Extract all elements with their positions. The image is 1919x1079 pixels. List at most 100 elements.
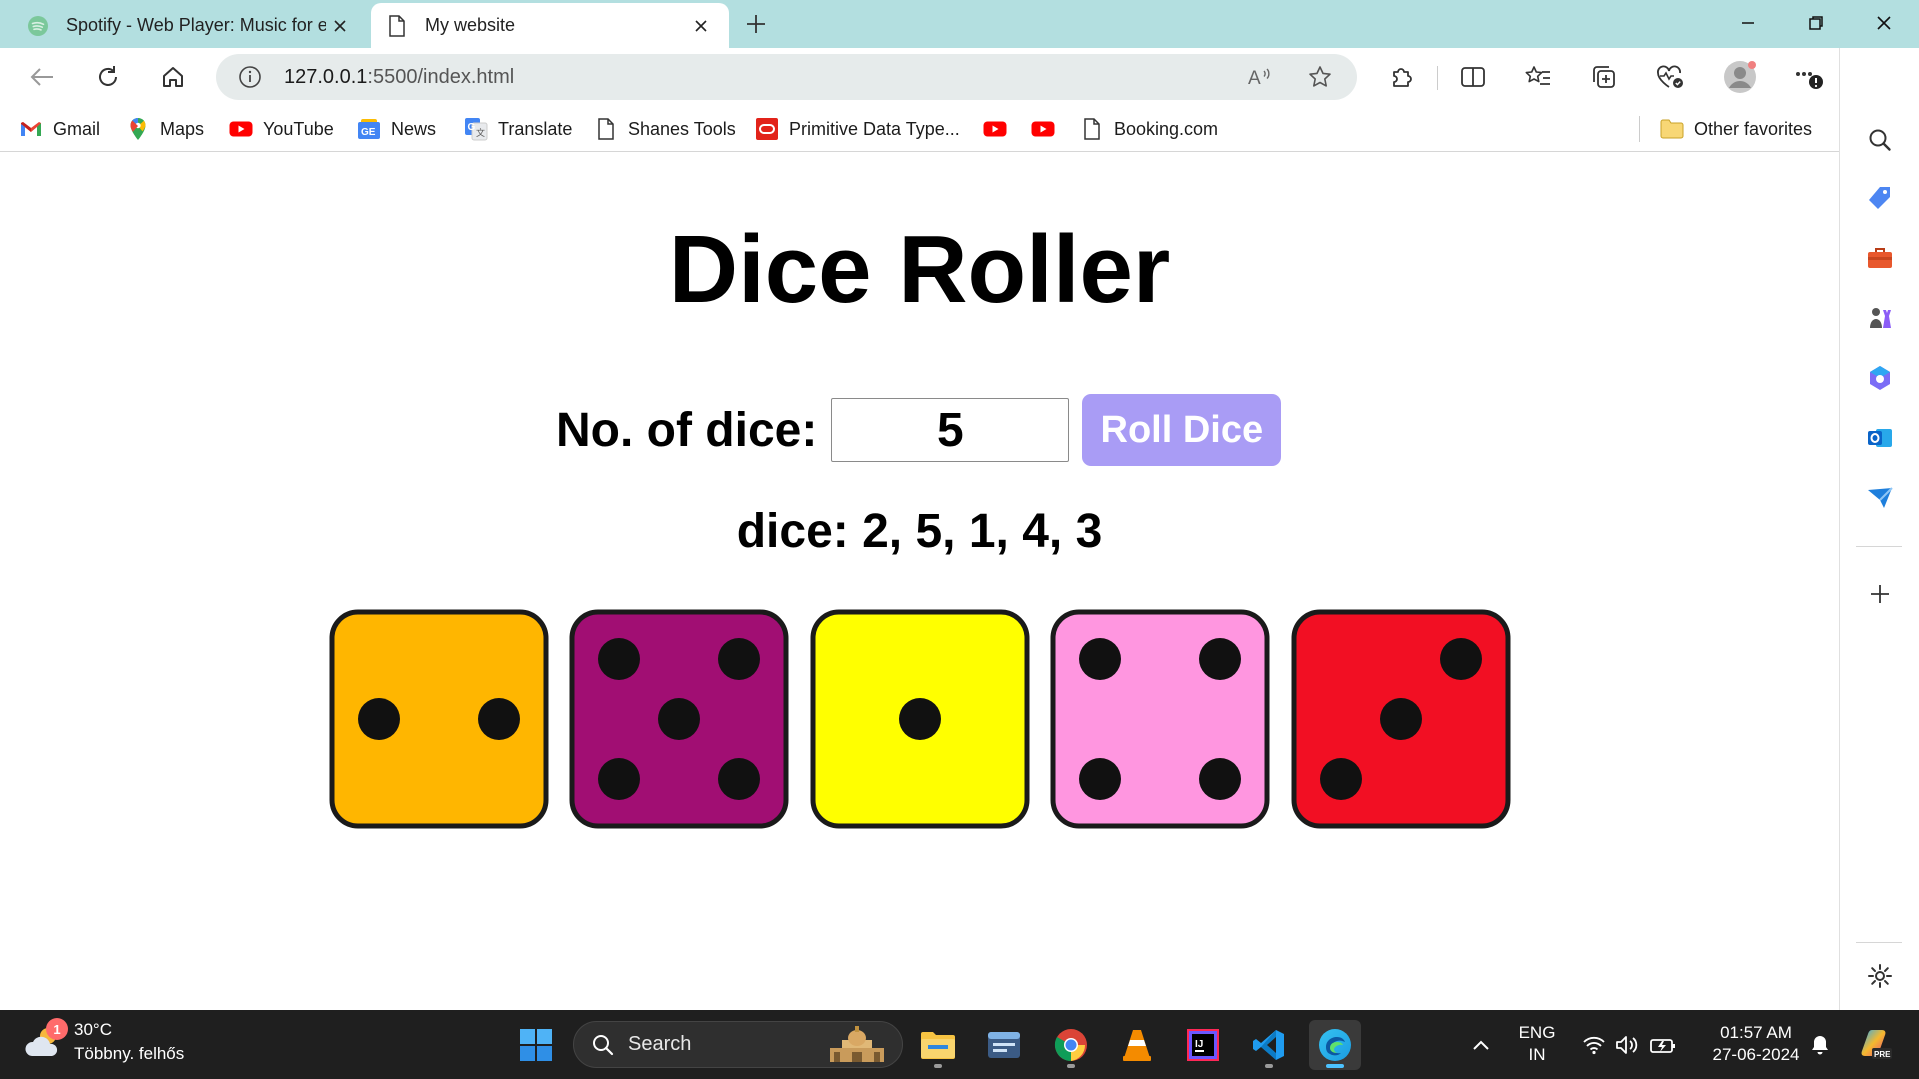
send-icon[interactable] (1860, 478, 1900, 518)
weather-widget[interactable]: 1 30°C Többny. felhős (24, 1018, 184, 1066)
app-window-button[interactable] (978, 1020, 1030, 1070)
favorite-booking[interactable]: Booking.com (1080, 114, 1218, 144)
svg-text:G: G (468, 122, 476, 133)
favorite-label: Primitive Data Type... (789, 118, 960, 139)
microsoft-365-icon[interactable] (1860, 358, 1900, 398)
die-3 (810, 609, 1030, 829)
info-icon[interactable] (230, 57, 270, 97)
browser-essentials-icon[interactable] (1648, 56, 1692, 98)
chevron-up-icon[interactable] (1466, 1030, 1496, 1060)
favorite-label: Gmail (53, 118, 101, 139)
windows-taskbar: 1 30°C Többny. felhős Search IJ ENG IN 0… (0, 1010, 1919, 1079)
favorites-divider (1639, 116, 1640, 142)
read-aloud-icon[interactable]: A (1240, 57, 1280, 97)
refresh-button[interactable] (86, 56, 130, 98)
other-favorites-folder[interactable]: Other favorites (1660, 114, 1812, 144)
favorite-youtube-3[interactable] (1031, 114, 1065, 144)
extensions-icon[interactable] (1379, 56, 1423, 98)
language-indicator[interactable]: ENG IN (1511, 1022, 1563, 1066)
address-bar[interactable]: 127.0.0.1:5500/index.html A (216, 54, 1357, 100)
die-pip (1320, 758, 1362, 800)
favorites-icon[interactable] (1516, 56, 1560, 98)
running-indicator (1326, 1064, 1344, 1068)
favorite-primitive-data-types[interactable]: Primitive Data Type... (755, 114, 960, 144)
page-icon (594, 117, 618, 141)
dice-images (329, 609, 1511, 829)
favorite-news[interactable]: GE News (357, 114, 436, 144)
die-pip (478, 698, 520, 740)
dice-count-label: No. of dice: (556, 403, 818, 457)
back-button[interactable] (20, 56, 64, 98)
youtube-icon (229, 117, 253, 141)
add-icon[interactable] (1860, 574, 1900, 614)
running-indicator (934, 1064, 942, 1068)
search-icon[interactable] (1860, 120, 1900, 160)
profile-avatar[interactable] (1718, 56, 1762, 98)
close-window-button[interactable] (1851, 0, 1917, 46)
url-host: 127.0.0.1 (284, 65, 368, 88)
close-icon[interactable] (687, 12, 715, 40)
collections-icon[interactable] (1582, 56, 1626, 98)
favorite-star-icon[interactable] (1300, 57, 1340, 97)
favorite-youtube-2[interactable] (983, 114, 1017, 144)
tab-spotify[interactable]: Spotify - Web Player: Music for e (12, 3, 368, 48)
die-pip (1199, 638, 1241, 680)
tab-my-website[interactable]: My website (371, 3, 729, 48)
clock[interactable]: 01:57 AM 27-06-2024 (1692, 1022, 1820, 1066)
volume-icon[interactable] (1612, 1030, 1642, 1060)
news-icon: GE (357, 117, 381, 141)
language-line-1: ENG (1518, 1023, 1556, 1042)
die-1 (329, 609, 549, 829)
games-icon[interactable] (1860, 298, 1900, 338)
favorite-shanes-tools[interactable]: Shanes Tools (594, 114, 736, 144)
notification-bell-icon[interactable] (1805, 1030, 1835, 1060)
wifi-icon[interactable] (1579, 1030, 1609, 1060)
favorite-label: Booking.com (1114, 118, 1219, 139)
die-pip (358, 698, 400, 740)
die-pip (718, 638, 760, 680)
home-button[interactable] (151, 56, 195, 98)
gear-icon[interactable] (1860, 956, 1900, 996)
settings-more-icon[interactable] (1787, 56, 1831, 98)
split-screen-icon[interactable] (1451, 56, 1495, 98)
url-text[interactable]: 127.0.0.1:5500/index.html (284, 66, 514, 89)
browser-toolbar: 127.0.0.1:5500/index.html A (0, 48, 1919, 106)
gmail-icon (19, 117, 43, 141)
youtube-icon (1031, 117, 1055, 141)
die-2 (569, 609, 789, 829)
outlook-icon[interactable] (1860, 418, 1900, 458)
vscode-button[interactable] (1243, 1020, 1295, 1070)
new-tab-button[interactable] (741, 9, 771, 39)
tab-title: Spotify - Web Player: Music for e (66, 15, 326, 35)
battery-icon[interactable] (1648, 1030, 1678, 1060)
die-pip (1079, 758, 1121, 800)
die-pip (718, 758, 760, 800)
favorite-gmail[interactable]: Gmail (19, 114, 100, 144)
other-favorites-label: Other favorites (1694, 118, 1813, 139)
shopping-tag-icon[interactable] (1860, 178, 1900, 218)
tools-briefcase-icon[interactable] (1860, 238, 1900, 278)
favorite-translate[interactable]: G文 Translate (464, 114, 572, 144)
favorite-label: Maps (160, 118, 205, 139)
roll-dice-button[interactable]: Roll Dice (1082, 394, 1282, 466)
minimize-button[interactable] (1715, 0, 1781, 46)
die-5 (1291, 609, 1511, 829)
close-icon[interactable] (326, 12, 354, 40)
favorites-bar: Gmail Maps YouTube GE News G文 Translate … (0, 106, 1839, 152)
clock-date: 27-06-2024 (1712, 1045, 1800, 1064)
intellij-button[interactable]: IJ (1177, 1020, 1229, 1070)
restore-button[interactable] (1783, 0, 1849, 46)
copilot-preview-icon[interactable]: PRE (1856, 1024, 1896, 1064)
dice-count-input[interactable] (831, 398, 1070, 462)
edge-button[interactable] (1309, 1020, 1361, 1070)
file-explorer-button[interactable] (912, 1020, 964, 1070)
favorite-youtube[interactable]: YouTube (229, 114, 334, 144)
dice-controls: No. of dice: Roll Dice (556, 394, 1282, 466)
vlc-button[interactable] (1111, 1020, 1163, 1070)
die-pip (1199, 758, 1241, 800)
start-button[interactable] (510, 1020, 562, 1070)
chrome-button[interactable] (1045, 1020, 1097, 1070)
running-indicator (1265, 1064, 1273, 1068)
taskbar-search[interactable]: Search (573, 1021, 903, 1068)
favorite-maps[interactable]: Maps (126, 114, 204, 144)
